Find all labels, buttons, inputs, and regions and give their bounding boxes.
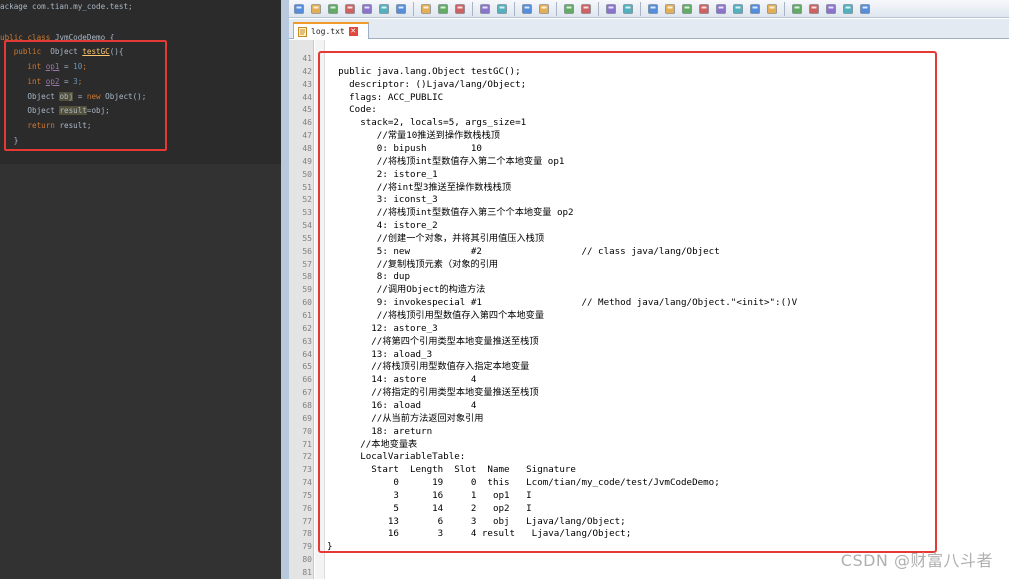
line-number: 66 [302, 375, 312, 385]
line-number: 61 [302, 311, 312, 320]
line-number: 49 [302, 156, 312, 166]
watermark-text: CSDN @财富八斗者 [840, 551, 993, 570]
line-number: 80 [302, 555, 312, 565]
line-number: 68 [302, 400, 312, 410]
ide-empty-area [0, 164, 281, 579]
line-number: 42 [302, 66, 312, 76]
line-number: 58 [302, 272, 312, 282]
word-wrap-icon[interactable] [645, 2, 661, 16]
open-file-icon[interactable] [308, 2, 324, 16]
method-highlight-box [4, 40, 167, 151]
line-number: 73 [302, 465, 312, 475]
play-macro-icon[interactable] [823, 2, 839, 16]
line-number: 81 [302, 568, 312, 577]
line-number: 47 [302, 131, 312, 141]
line-number-gutter: 41 42 43 44 45 46 47 48 49 50 51 52 53 54 55 56 57 58 59 60… [289, 40, 314, 579]
print-icon[interactable] [393, 2, 409, 16]
line-number: 51 [302, 182, 312, 192]
toolbar-separator [472, 1, 473, 16]
zoom-in-icon[interactable] [561, 2, 577, 16]
cut-icon[interactable] [418, 2, 434, 16]
tab-bar: log.txt ✕ [289, 19, 1009, 39]
stop-macro-icon[interactable] [806, 2, 822, 16]
doc-map-icon[interactable] [713, 2, 729, 16]
line-number: 71 [302, 439, 312, 449]
undo-icon[interactable] [477, 2, 493, 16]
line-number: 56 [302, 246, 312, 256]
line-number: 70 [302, 426, 312, 436]
toolbar-separator [556, 1, 557, 16]
line-number: 74 [302, 478, 312, 488]
line-number: 77 [302, 516, 312, 526]
line-number: 67 [302, 388, 312, 398]
find-icon[interactable] [519, 2, 535, 16]
window-border [281, 0, 289, 579]
line-number: 52 [302, 195, 312, 205]
line-number: 64 [302, 349, 312, 359]
line-number: 41 [302, 54, 312, 63]
line-number: 48 [302, 143, 312, 153]
line-number: 45 [302, 105, 312, 115]
save-all-icon[interactable] [342, 2, 358, 16]
tab-label: log.txt [311, 27, 345, 36]
line-number: 54 [302, 221, 312, 231]
all-chars-icon[interactable] [662, 2, 678, 16]
line-number: 65 [302, 362, 312, 372]
line-number: 75 [302, 490, 312, 500]
bytecode-highlight-box [318, 51, 937, 553]
line-number: 60 [302, 298, 312, 308]
line-number: 50 [302, 169, 312, 179]
line-number: 43 [302, 79, 312, 89]
toolbar-separator [598, 1, 599, 16]
line-number: 63 [302, 336, 312, 346]
save-macro-icon[interactable] [857, 2, 873, 16]
line-number: 78 [302, 529, 312, 539]
close-all-icon[interactable] [376, 2, 392, 16]
toolbar-separator [514, 1, 515, 16]
editor-toolbar [289, 0, 1009, 18]
line-number: 44 [302, 92, 312, 102]
copy-icon[interactable] [435, 2, 451, 16]
save-icon[interactable] [325, 2, 341, 16]
line-number: 76 [302, 503, 312, 513]
file-icon [298, 26, 307, 37]
function-list-icon[interactable] [730, 2, 746, 16]
folder-workspace-icon[interactable] [747, 2, 763, 16]
record-macro-icon[interactable] [789, 2, 805, 16]
paste-icon[interactable] [452, 2, 468, 16]
sync-v-icon[interactable] [603, 2, 619, 16]
new-file-icon[interactable] [291, 2, 307, 16]
indent-guide-icon[interactable] [679, 2, 695, 16]
tab-close-icon[interactable]: ✕ [348, 27, 358, 36]
line-number: 72 [302, 452, 312, 462]
line-number: 53 [302, 208, 312, 218]
line-number: 59 [302, 285, 312, 295]
line-number: 55 [302, 233, 312, 243]
sync-h-icon[interactable] [620, 2, 636, 16]
zoom-out-icon[interactable] [578, 2, 594, 16]
replace-icon[interactable] [536, 2, 552, 16]
line-number: 46 [302, 118, 312, 128]
toolbar-separator [784, 1, 785, 16]
ide-code-pane: ackage com.tian.my_code.test; ublic class… [0, 0, 281, 579]
tab-log-txt[interactable]: log.txt ✕ [293, 22, 369, 39]
monitor-icon[interactable] [764, 2, 780, 16]
toolbar-separator [413, 1, 414, 16]
line-number: 69 [302, 413, 312, 423]
run-macro-icon[interactable] [840, 2, 856, 16]
line-number: 62 [302, 323, 312, 333]
close-icon[interactable] [359, 2, 375, 16]
udl-icon[interactable] [696, 2, 712, 16]
redo-icon[interactable] [494, 2, 510, 16]
line-number: 79 [302, 542, 312, 552]
code-line: ackage com.tian.my_code.test; [0, 0, 133, 14]
code-token: ackage com.tian.my_code.test; [0, 2, 133, 11]
line-number: 57 [302, 259, 312, 269]
toolbar-separator [640, 1, 641, 16]
